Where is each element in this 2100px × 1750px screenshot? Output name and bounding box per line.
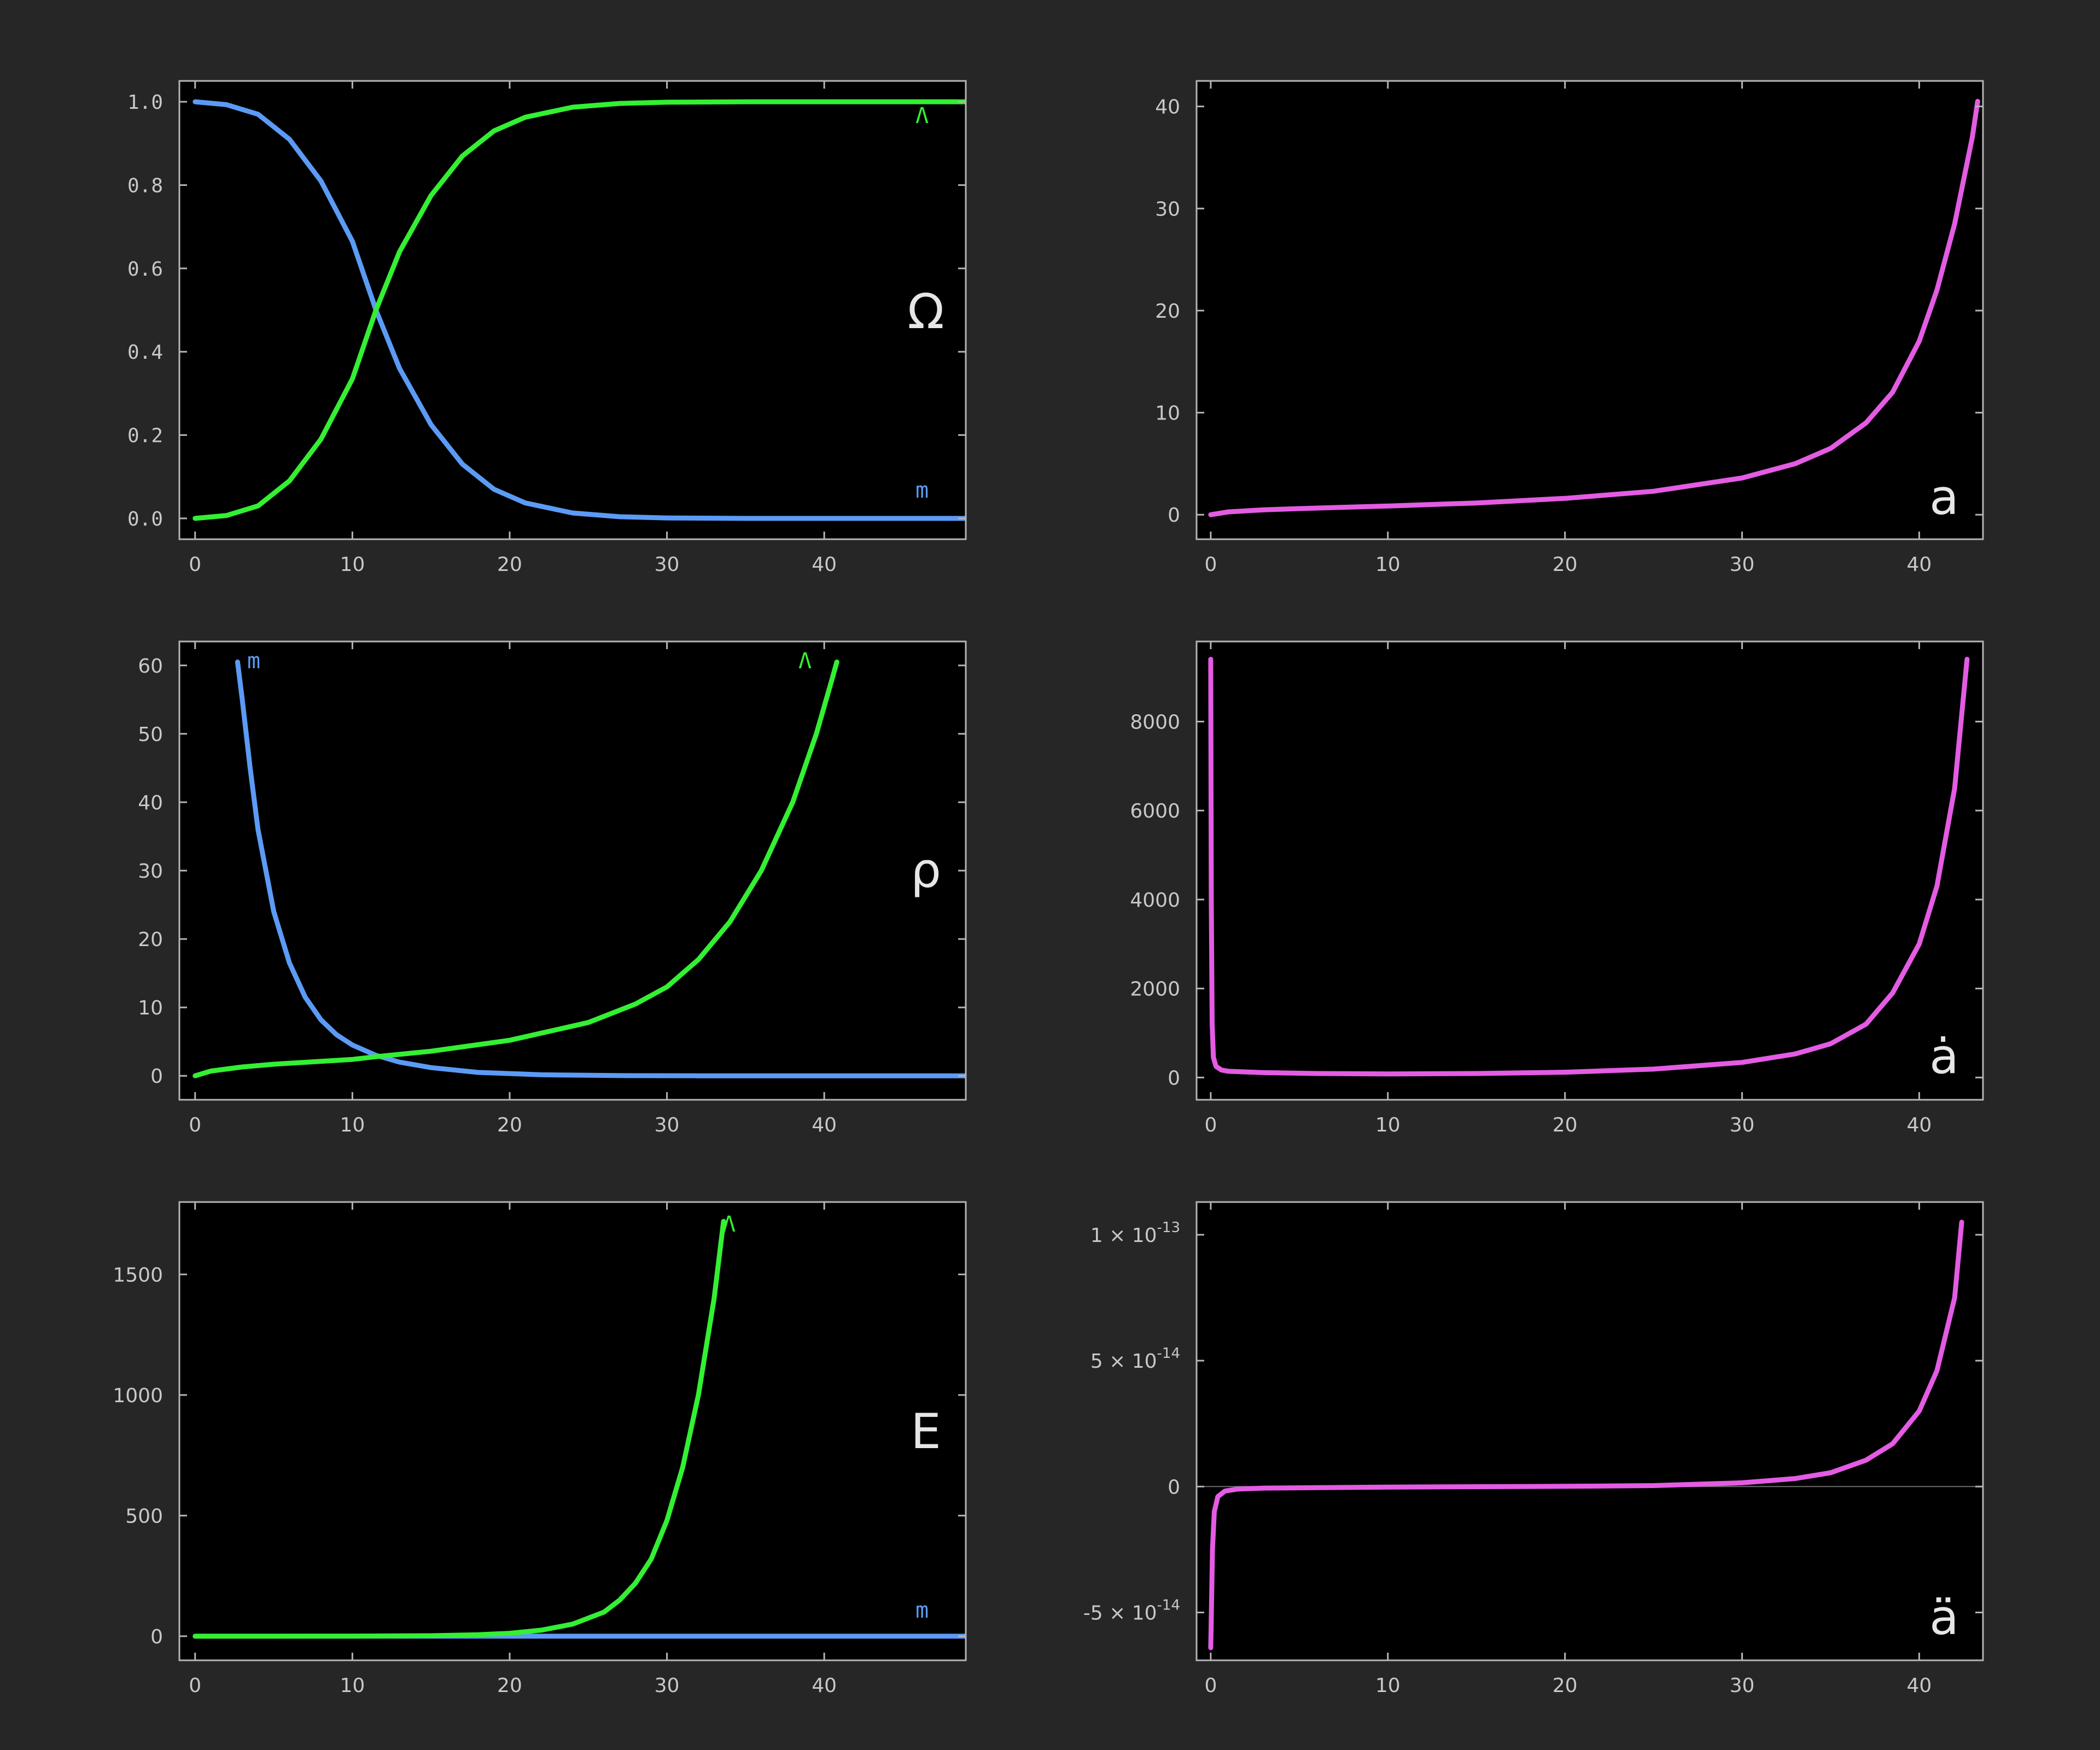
y-tick-label: 0.4 — [127, 341, 163, 364]
x-tick-label: 20 — [497, 553, 522, 576]
y-tick-label: 40 — [138, 792, 163, 814]
y-tick-label: 50 — [138, 724, 163, 746]
x-tick-label: 40 — [1906, 553, 1932, 576]
x-tick-label: 0 — [1204, 1114, 1217, 1136]
y-tick-label: 1.0 — [127, 91, 163, 114]
y-tick-label: 0.8 — [127, 174, 163, 197]
chart-omega: m Λ 0 10 20 30 40 0.0 0.2 0.4 0.6 0.8 1.0 Ω — [127, 80, 967, 576]
tick-mantissa: 5 — [1090, 1350, 1103, 1373]
x-tick-label: 20 — [497, 1675, 522, 1697]
x-tick-label: 0 — [1204, 1675, 1217, 1697]
y-tick-label: 8000 — [1130, 711, 1180, 733]
x-tick-label: 40 — [812, 1675, 837, 1697]
y-tick-label: 0.0 — [127, 508, 163, 530]
y-tick-label: 6000 — [1130, 800, 1180, 822]
y-tick-label: 30 — [1155, 198, 1180, 220]
tick-times: × 10 — [1103, 1350, 1157, 1373]
tick-times: × 10 — [1103, 1602, 1157, 1625]
y-tick-label: 30 — [138, 860, 163, 883]
y-tick-label: 0 — [1168, 1067, 1180, 1089]
plot-area — [179, 1202, 966, 1660]
figure-canvas: mΛ0 10 20 30 400.00.20.40.60.81.0Ω0 10 20 30 400… — [0, 0, 2100, 1750]
x-tick-label: 0 — [189, 1114, 201, 1136]
y-tick-label: 0 — [1168, 504, 1180, 527]
x-tick-label: 10 — [340, 553, 365, 576]
x-tick-label: 20 — [497, 1114, 522, 1136]
y-tick-label: 0 — [150, 1626, 163, 1648]
y-tick-label: 500 — [125, 1505, 163, 1527]
x-tick-label: 10 — [1375, 1675, 1401, 1697]
y-tick-label: 1500 — [113, 1264, 163, 1286]
plot-area — [1197, 641, 1983, 1100]
y-tick-label: 60 — [138, 655, 163, 678]
panel-label-a: a — [1929, 469, 1959, 526]
x-tick-label: 10 — [340, 1675, 365, 1697]
tick-exponent: -14 — [1157, 1345, 1180, 1362]
panel-label-addot: ä — [1929, 1589, 1959, 1646]
x-tick-label: 20 — [1553, 553, 1578, 576]
x-tick-label: 40 — [1906, 1114, 1932, 1136]
x-tick-label: 30 — [655, 1675, 680, 1697]
x-tick-label: 20 — [1553, 1114, 1578, 1136]
y-tick-label: 4000 — [1130, 889, 1180, 912]
x-tick-label: 10 — [340, 1114, 365, 1136]
x-tick-label: 40 — [812, 1114, 837, 1136]
tick-times: × 10 — [1103, 1224, 1157, 1247]
plot-area — [179, 641, 966, 1100]
y-tick-label: 2000 — [1130, 978, 1180, 1001]
y-tick-label: 10 — [138, 997, 163, 1019]
plot-area — [1197, 1202, 1983, 1660]
x-tick-label: 40 — [812, 553, 837, 576]
x-tick-label: 30 — [655, 1114, 680, 1136]
chart-addot: 0 10 20 30 40-5 × 10-1405 × 10-141 × 10-13ä — [1083, 1201, 1984, 1697]
chart-rho: m Λ 0 10 20 30 40 0 10 20 30 40 50 60 ρ — [138, 640, 967, 1136]
plot-area — [1197, 81, 1983, 539]
chart-energy: m Λ 0 10 20 30 40 0 500 1000 1500 E — [113, 1201, 967, 1697]
y-tick-label: 10 — [1155, 402, 1180, 425]
x-tick-label: 20 — [1553, 1675, 1578, 1697]
tick-exponent: -14 — [1157, 1597, 1180, 1614]
panel-label-omega: Ω — [907, 283, 944, 340]
chart-adot: 0 10 20 30 40 0 2000 4000 6000 8000 ȧ — [1130, 640, 1984, 1136]
panel-label-rho: ρ — [911, 842, 941, 899]
y-tick-label: 0 — [1168, 1476, 1180, 1498]
y-tick-label: 1000 — [113, 1385, 163, 1407]
y-tick-label: 0.2 — [127, 425, 163, 447]
x-tick-label: 30 — [1730, 553, 1755, 576]
series-label-m: m — [915, 478, 929, 503]
x-tick-label: 30 — [1730, 1675, 1755, 1697]
x-tick-label: 0 — [189, 553, 201, 576]
tick-mantissa: -5 — [1083, 1602, 1103, 1625]
series-label-lambda: Λ — [722, 1212, 736, 1237]
panel-label-adot: ȧ — [1929, 1028, 1959, 1084]
x-tick-label: 0 — [189, 1675, 201, 1697]
y-tick-label: 0 — [150, 1065, 163, 1088]
x-tick-label: 10 — [1375, 553, 1401, 576]
x-tick-label: 30 — [1730, 1114, 1755, 1136]
y-tick-label: 40 — [1155, 96, 1180, 119]
panel-label-energy: E — [911, 1403, 941, 1460]
y-tick-label: 20 — [138, 929, 163, 951]
series-label-lambda: Λ — [915, 103, 929, 129]
x-tick-label: 0 — [1204, 553, 1217, 576]
x-tick-label: 30 — [655, 553, 680, 576]
chart-a: 0 10 20 30 40 0 10 20 30 40 a — [1155, 80, 1984, 576]
series-label-lambda: Λ — [798, 649, 812, 674]
x-tick-label: 40 — [1906, 1675, 1932, 1697]
series-label-m: m — [247, 649, 260, 674]
y-tick-label: 20 — [1155, 300, 1180, 323]
y-tick-label: 0.6 — [127, 258, 163, 281]
tick-exponent: -13 — [1157, 1220, 1180, 1236]
tick-mantissa: 1 — [1090, 1224, 1103, 1247]
series-label-m: m — [915, 1598, 929, 1623]
x-tick-label: 10 — [1375, 1114, 1401, 1136]
